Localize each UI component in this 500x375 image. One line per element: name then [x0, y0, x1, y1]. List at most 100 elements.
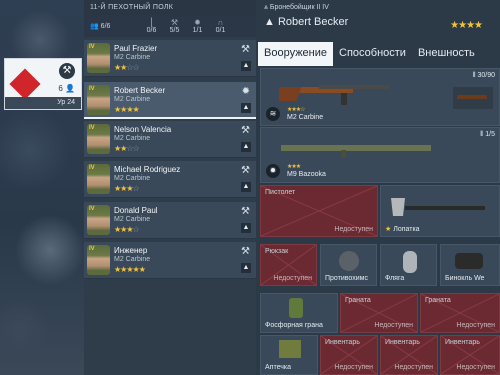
rifle-stat: ⎮ 0/6	[140, 17, 163, 34]
slot-status: Недоступен	[456, 322, 495, 329]
squad-panel: 11-Й ПЕХОТНЫЙ ПОЛК 👥 6/6 ⎮ 0/6 ⚒ 5/5 ✹ 1/1 …	[84, 0, 256, 375]
weapon-type-icon: ✹	[266, 164, 280, 178]
weapon-stars: ★★★☆	[287, 107, 305, 113]
soldier-name: Robert Becker	[114, 86, 166, 95]
soldier-avatar: IV	[87, 43, 110, 73]
medkit-icon	[279, 340, 301, 358]
rifle-icon: ⎮	[149, 17, 154, 27]
soldier-name: Инженер	[114, 246, 148, 255]
squad-stats: 👥 6/6 ⎮ 0/6 ⚒ 5/5 ✹ 1/1 ∩ 0/1	[84, 15, 256, 37]
inventory-slot-2[interactable]: Инвентарь Недоступен	[380, 335, 438, 375]
grenade-slot-1[interactable]: Граната Недоступен	[340, 293, 418, 333]
division-soldier-count: 6 👤	[58, 84, 75, 93]
canteen-icon	[403, 251, 417, 273]
soldier-header: ⩓ Бронебойщик II IV ▲ Robert Becker ★★★★	[258, 0, 500, 40]
wrench-icon: ⚒	[59, 63, 75, 79]
wrench-icon: ⚒	[241, 206, 250, 217]
tab-weapons[interactable]: Вооружение	[258, 42, 334, 66]
weapon-name: M9 Bazooka	[287, 171, 326, 178]
grenade-icon	[289, 298, 303, 318]
binoculars-icon	[455, 253, 483, 269]
slot-status: Недоступен	[334, 226, 373, 233]
soldier-name: Donald Paul	[114, 206, 158, 215]
wrench-icon: ⚒	[241, 246, 250, 257]
squad-row[interactable]: IV Paul Frazier M2 Carbine ★★☆☆ ⚒ ▲	[84, 40, 256, 77]
squad-row[interactable]: IV Nelson Valencia M2 Carbine ★★☆☆ ⚒ ▲	[84, 121, 256, 158]
soldier-avatar: IV	[87, 205, 110, 235]
chevron-up-icon[interactable]: ▲	[241, 223, 251, 233]
chevron-up-icon[interactable]: ▲	[241, 103, 251, 113]
gasmask-slot[interactable]: Противохимс	[320, 244, 377, 286]
chevron-up-icon[interactable]: ▲	[241, 182, 251, 192]
shovel-slot[interactable]: ★ Лопатка	[380, 185, 500, 237]
tab-abilities[interactable]: Способности	[333, 42, 412, 66]
soldier-stars: ★★★★	[114, 105, 140, 114]
soldier-weapon: M2 Carbine	[114, 175, 151, 182]
squad-row[interactable]: IV Инженер M2 Carbine ★★★★★ ⚒ ▲	[84, 242, 256, 279]
secondary-weapon-slot[interactable]: ⦀ 1/5 ✹ ★★★ M9 Bazooka	[260, 127, 500, 183]
binoculars-slot[interactable]: Бинокль We	[440, 244, 500, 286]
slot-label: Противохимс	[325, 275, 368, 282]
star-icon: ★	[385, 226, 394, 233]
slot-label: Рюкзак	[265, 248, 289, 255]
wrench-icon: ⚒	[241, 125, 250, 136]
chevron-up-icon[interactable]: ▲	[241, 263, 251, 273]
wrench-icon: ⚒	[241, 44, 250, 55]
wrench-icon: ⚒	[170, 17, 179, 27]
slot-label: ★ Лопатка	[385, 226, 420, 233]
division-card[interactable]: ⚒ 6 👤 Ур 24	[4, 58, 82, 110]
wrench-stat: ⚒ 5/5	[163, 17, 186, 34]
soldier-stars: ★★★☆	[114, 225, 140, 234]
explosion-stat: ✹ 1/1	[186, 18, 209, 34]
rank-chevron-icon: ▲	[264, 16, 278, 28]
slot-label: Инвентарь	[385, 339, 420, 346]
slot-status: Недоступен	[456, 364, 495, 371]
primary-weapon-slot[interactable]: ⦀ 30/90 ≋ ★★★☆ M2 Carbine	[260, 68, 500, 126]
soldier-stars: ★★★★★	[114, 265, 146, 274]
weapon-type-icon: ≋	[266, 107, 280, 121]
rank-label: IV	[89, 206, 95, 212]
scope-image	[453, 87, 493, 109]
inventory-slot-1[interactable]: Инвентарь Недоступен	[320, 335, 378, 375]
canteen-slot[interactable]: Фляга	[380, 244, 437, 286]
slot-label: Бинокль We	[445, 275, 485, 282]
bazooka-image	[281, 145, 431, 158]
medkit-slot[interactable]: Аптечка	[260, 335, 318, 375]
soldier-stars: ★★★★	[450, 20, 483, 31]
grenade-slot-2[interactable]: Граната Недоступен	[420, 293, 500, 333]
squad-row[interactable]: IV Donald Paul M2 Carbine ★★★☆ ⚒ ▲	[84, 202, 256, 239]
blurred-background	[0, 0, 85, 375]
slot-status: Недоступен	[394, 364, 433, 371]
rank-label: IV	[89, 44, 95, 50]
slot-status: Недоступен	[374, 322, 413, 329]
chevron-up-icon[interactable]: ▲	[241, 142, 251, 152]
slot-label: Аптечка	[265, 364, 292, 371]
phosphorus-grenade-slot[interactable]: Фосфорная грана	[260, 293, 338, 333]
wrench-icon: ⚒	[241, 165, 250, 176]
squad-row[interactable]: IV Robert Becker M2 Carbine ★★★★ ✹ ▲	[84, 82, 256, 119]
pistol-slot[interactable]: Пистолет Недоступен	[260, 185, 378, 237]
weapon-name: M2 Carbine	[287, 114, 324, 121]
gasmask-icon	[339, 251, 359, 271]
soldier-weapon: M2 Carbine	[114, 135, 151, 142]
soldier-name: Paul Frazier	[114, 44, 158, 53]
soldier-avatar: IV	[87, 124, 110, 154]
slot-label: Фляга	[385, 275, 405, 282]
chevron-up-icon[interactable]: ▲	[241, 61, 251, 71]
squad-title: 11-Й ПЕХОТНЫЙ ПОЛК	[84, 0, 256, 15]
tab-appearance[interactable]: Внешность	[412, 42, 481, 66]
backpack-slot[interactable]: Рюкзак Недоступен	[260, 244, 317, 286]
slot-label: Инвентарь	[445, 339, 480, 346]
soldier-weapon: M2 Carbine	[114, 216, 151, 223]
soldier-weapon: M2 Carbine	[114, 96, 151, 103]
headset-icon: ∩	[217, 17, 224, 27]
soldier-name: Nelson Valencia	[114, 125, 172, 134]
rank-label: IV	[89, 165, 95, 171]
soldier-name: Michael Rodriguez	[114, 165, 181, 174]
slot-label: Инвентарь	[325, 339, 360, 346]
squad-row[interactable]: IV Michael Rodriguez M2 Carbine ★★★☆ ⚒ ▲	[84, 161, 256, 198]
inventory-slot-3[interactable]: Инвентарь Недоступен	[440, 335, 500, 375]
division-diamond-emblem	[9, 68, 41, 100]
shovel-image	[391, 198, 485, 216]
ammo-count: ⦀ 1/5	[480, 131, 495, 138]
